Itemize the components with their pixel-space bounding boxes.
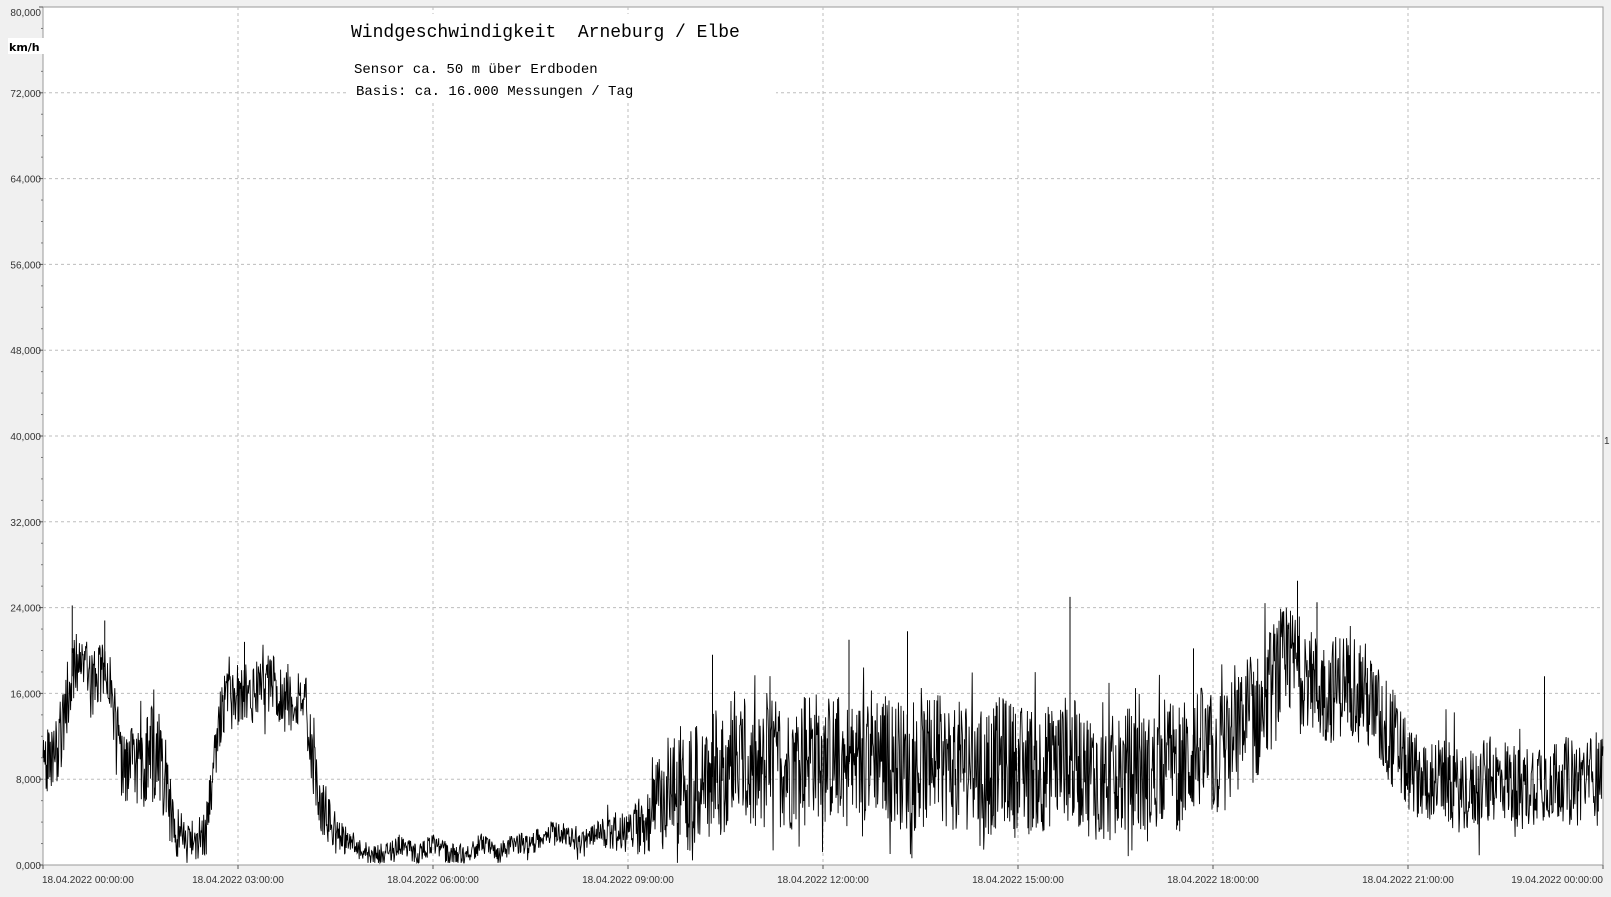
y-tick-label: 8,000 (16, 775, 41, 786)
y-tick-label: 48,000 (10, 346, 41, 357)
x-tick-label: 18.04.2022 00:00:00 (42, 875, 134, 886)
chart-subtitle-basis: Basis: ca. 16.000 Messungen / Tag (356, 84, 633, 100)
y-tick-label: 24,000 (10, 604, 41, 615)
y-tick-label: 80,000 (10, 8, 41, 19)
y-tick-label: 40,000 (10, 432, 41, 443)
x-tick-label: 19.04.2022 00:00:00 (1511, 875, 1603, 886)
x-tick-label: 18.04.2022 03:00:00 (192, 875, 284, 886)
chart-area: 0,000 8,000 16,000 24,000 32,000 40,000 48,000… (0, 0, 1611, 897)
y-tick-label: 16,000 (10, 689, 41, 700)
x-tick-label: 18.04.2022 18:00:00 (1167, 875, 1259, 886)
x-tick-label: 18.04.2022 06:00:00 (387, 875, 479, 886)
x-tick-label: 18.04.2022 09:00:00 (582, 875, 674, 886)
wind-speed-chart: 0,000 8,000 16,000 24,000 32,000 40,000 48,000… (0, 0, 1611, 897)
y-tick-label: 72,000 (10, 89, 41, 100)
x-tick-label: 18.04.2022 21:00:00 (1362, 875, 1454, 886)
y-tick-label: 56,000 (10, 260, 41, 271)
y-axis-unit-label: km/h (9, 41, 40, 54)
x-tick-label: 18.04.2022 15:00:00 (972, 875, 1064, 886)
chart-title: Windgeschwindigkeit Arneburg / Elbe (351, 23, 740, 43)
y-tick-label: 32,000 (10, 518, 41, 529)
x-tick-label: 18.04.2022 12:00:00 (777, 875, 869, 886)
y-tick-label: 64,000 (10, 175, 41, 186)
right-axis-marker: 1 (1604, 436, 1610, 447)
y-tick-label: 0,000 (16, 861, 41, 872)
chart-subtitle-sensor: Sensor ca. 50 m über Erdboden (354, 62, 598, 78)
